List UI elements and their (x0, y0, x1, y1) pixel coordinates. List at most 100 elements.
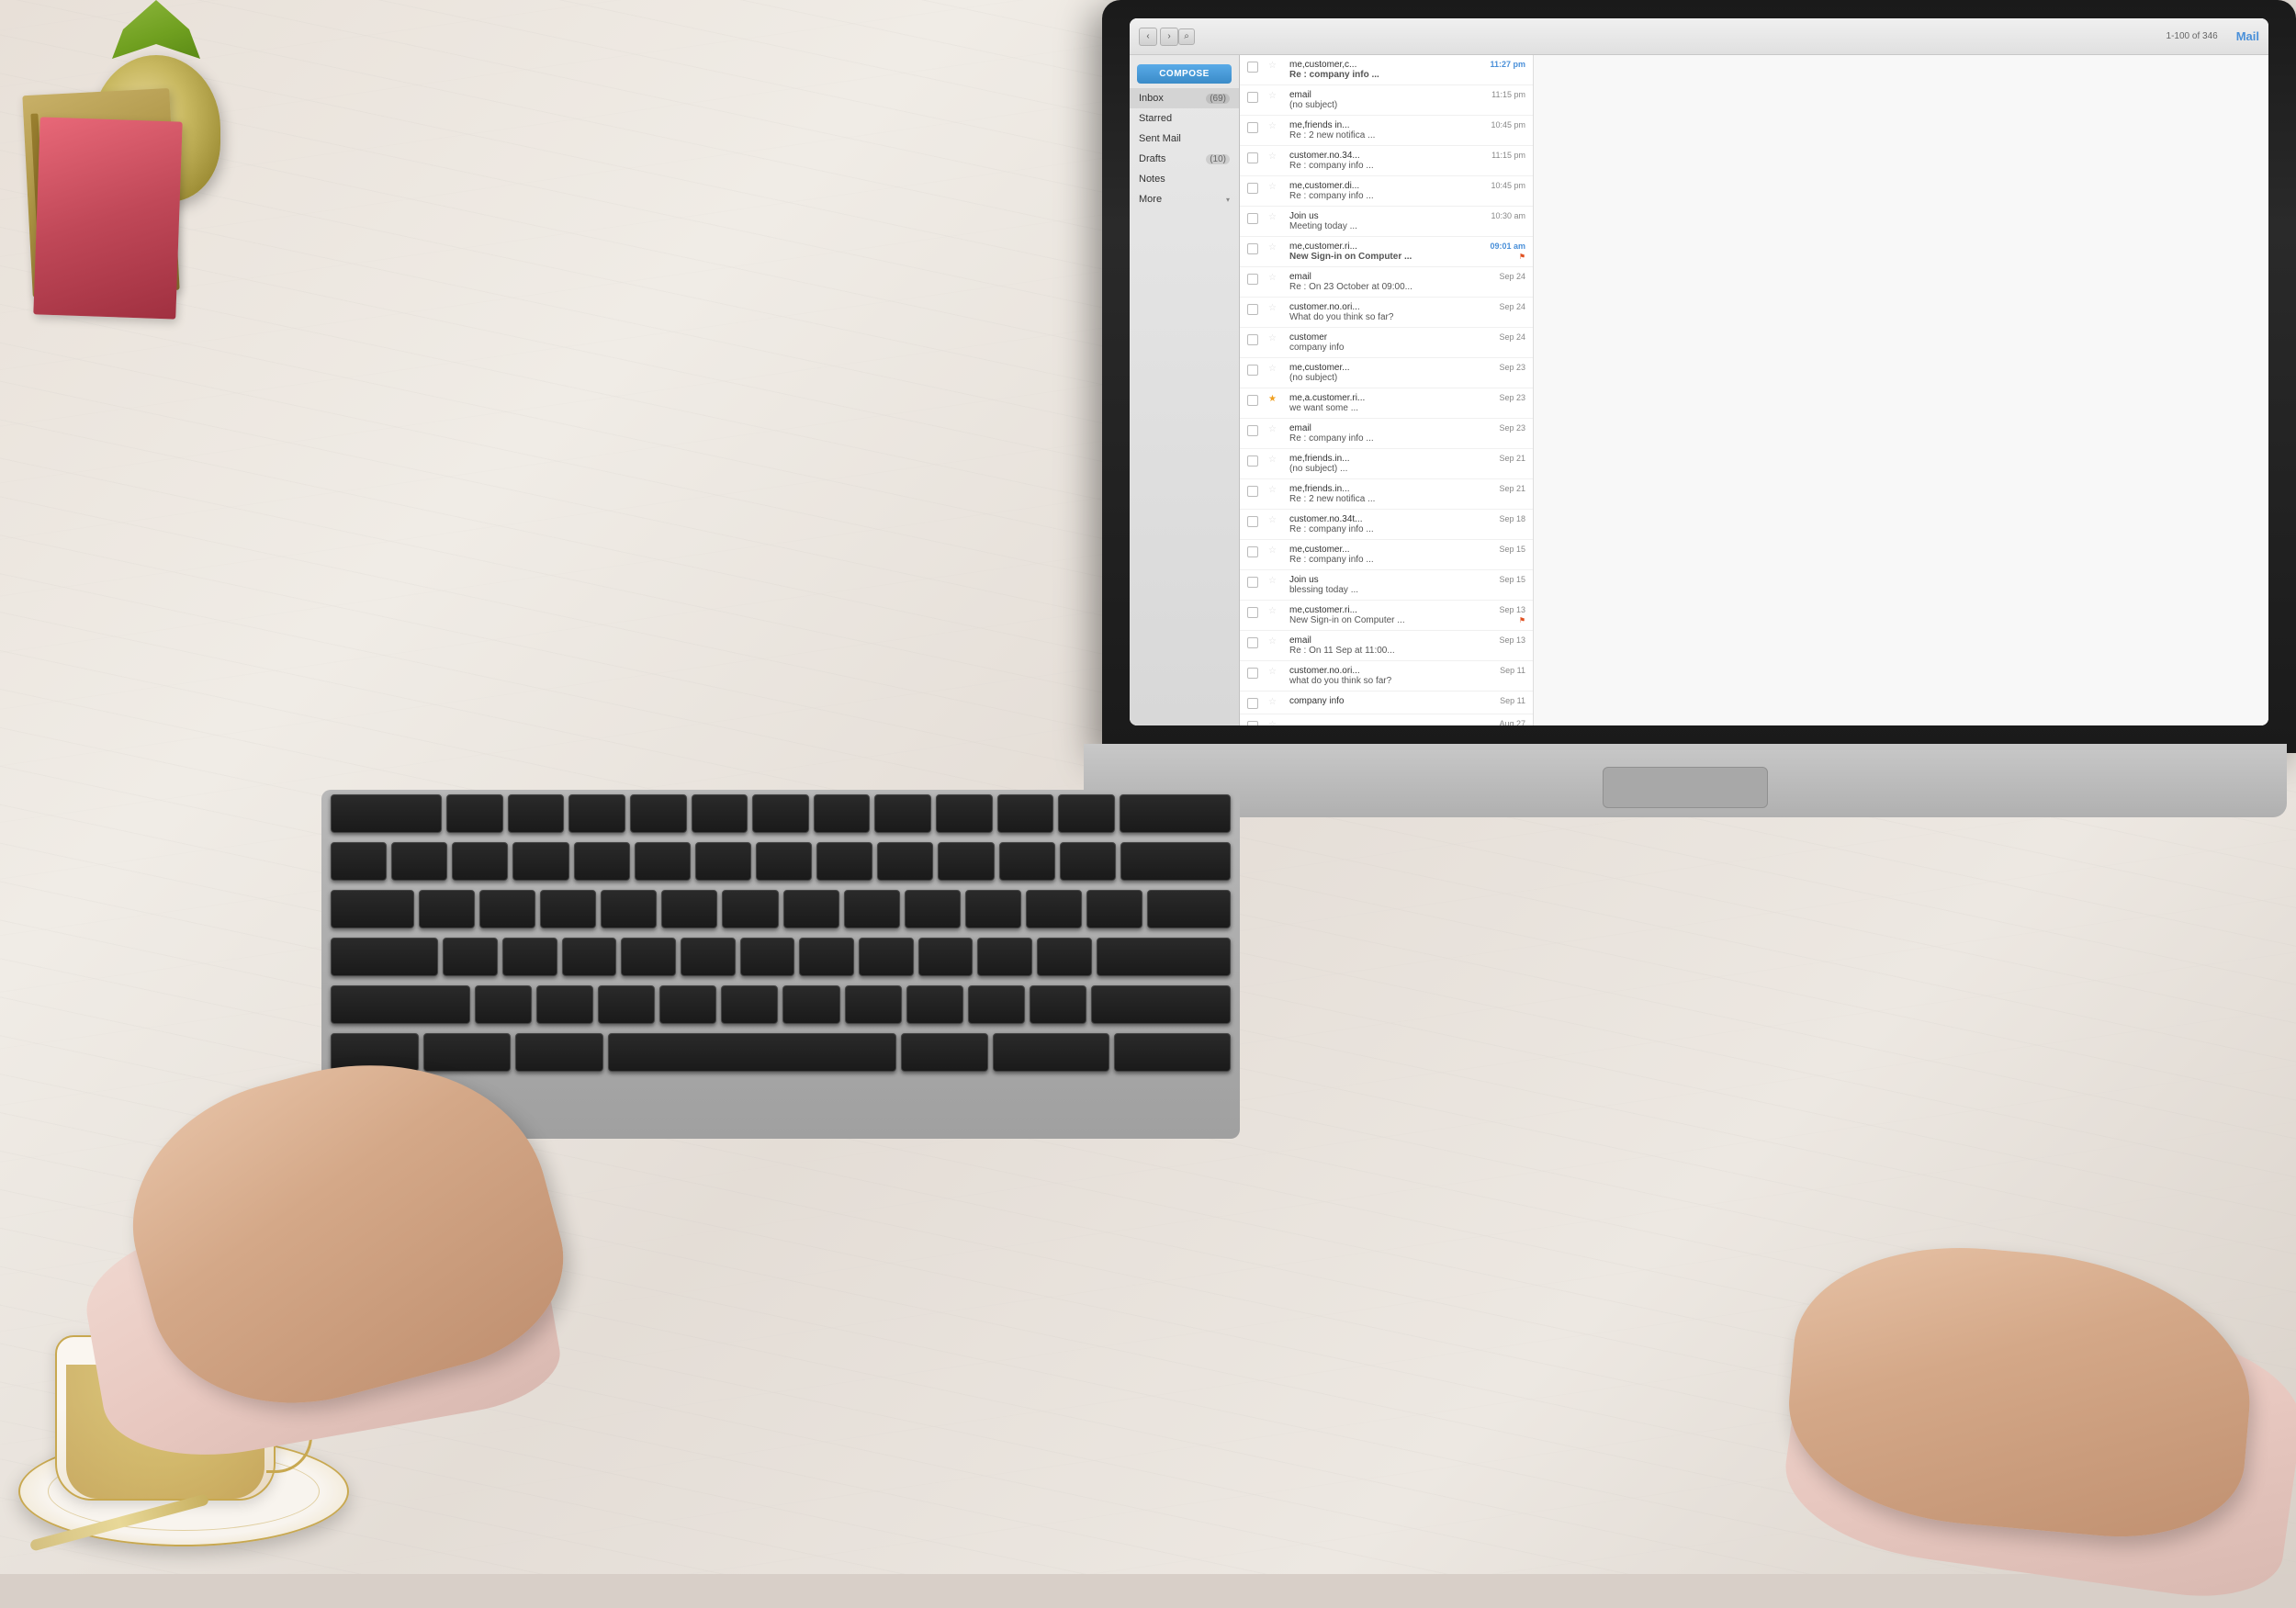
key-open-bracket[interactable] (1026, 890, 1082, 928)
email-checkbox[interactable] (1247, 668, 1258, 679)
email-row[interactable]: ☆ me,friends.in... (no subject) ... Sep … (1240, 449, 1533, 479)
star-icon[interactable]: ★ (1268, 394, 1287, 404)
key-f3[interactable] (568, 794, 625, 833)
email-checkbox[interactable] (1247, 607, 1258, 618)
email-checkbox[interactable] (1247, 637, 1258, 648)
email-checkbox[interactable] (1247, 455, 1258, 467)
key-t[interactable] (661, 890, 717, 928)
star-icon[interactable]: ☆ (1268, 667, 1287, 677)
key-equals[interactable] (1060, 842, 1116, 881)
email-row[interactable]: ☆ customer.no.ori... What do you think s… (1240, 298, 1533, 328)
star-icon[interactable]: ☆ (1268, 424, 1287, 434)
star-icon[interactable]: ☆ (1268, 121, 1287, 131)
next-arrow[interactable]: › (1160, 28, 1178, 46)
email-checkbox[interactable] (1247, 62, 1258, 73)
email-row[interactable]: ☆ me,customer.di... Re : company info ..… (1240, 176, 1533, 207)
star-icon[interactable]: ☆ (1268, 273, 1287, 283)
prev-arrow[interactable]: ‹ (1139, 28, 1157, 46)
star-icon[interactable]: ☆ (1268, 333, 1287, 343)
search-icon[interactable]: ⌕ (1178, 28, 1195, 45)
sidebar-item-starred[interactable]: Starred (1130, 108, 1239, 129)
email-row[interactable]: ☆ me,friends in... Re : 2 new notifica .… (1240, 116, 1533, 146)
sidebar-item-notes[interactable]: Notes (1130, 169, 1239, 189)
key-z[interactable] (475, 985, 532, 1024)
email-row[interactable]: ☆ me,customer,c... Re : company info ...… (1240, 55, 1533, 85)
email-checkbox[interactable] (1247, 486, 1258, 497)
sidebar-item-drafts[interactable]: Drafts (10) (1130, 149, 1239, 169)
email-row[interactable]: ☆ customer.no.34t... Re : company info .… (1240, 510, 1533, 540)
email-row[interactable]: ☆ email Re : company info ... Sep 23 (1240, 419, 1533, 449)
key-p[interactable] (965, 890, 1021, 928)
email-checkbox[interactable] (1247, 365, 1258, 376)
key-f5[interactable] (692, 794, 748, 833)
email-checkbox[interactable] (1247, 274, 1258, 285)
trackpad[interactable] (1603, 767, 1768, 808)
key-f2[interactable] (508, 794, 565, 833)
star-icon[interactable]: ☆ (1268, 636, 1287, 647)
key-f[interactable] (621, 938, 676, 976)
key-delete[interactable] (1120, 842, 1231, 881)
key-k[interactable] (859, 938, 914, 976)
email-row[interactable]: ★ me,a.customer.ri... we want some ... S… (1240, 388, 1533, 419)
star-icon[interactable]: ☆ (1268, 720, 1287, 725)
key-n[interactable] (782, 985, 839, 1024)
key-l[interactable] (918, 938, 974, 976)
key-r[interactable] (601, 890, 657, 928)
email-checkbox[interactable] (1247, 152, 1258, 163)
key-x[interactable] (536, 985, 593, 1024)
key-w[interactable] (479, 890, 535, 928)
key-7[interactable] (756, 842, 812, 881)
email-row[interactable]: ☆ me,customer.ri... New Sign-in on Compu… (1240, 601, 1533, 631)
email-checkbox[interactable] (1247, 577, 1258, 588)
key-f6[interactable] (752, 794, 809, 833)
star-icon[interactable]: ☆ (1268, 455, 1287, 465)
key-u[interactable] (783, 890, 839, 928)
key-g[interactable] (681, 938, 736, 976)
key-caps[interactable] (331, 938, 438, 976)
star-icon[interactable]: ☆ (1268, 182, 1287, 192)
key-e[interactable] (540, 890, 596, 928)
email-checkbox[interactable] (1247, 213, 1258, 224)
key-quote[interactable] (1037, 938, 1092, 976)
key-semicolon[interactable] (977, 938, 1032, 976)
key-shift-left[interactable] (331, 985, 470, 1024)
email-row[interactable]: ☆ me,customer.ri... New Sign-in on Compu… (1240, 237, 1533, 267)
key-tab[interactable] (331, 890, 414, 928)
key-close-bracket[interactable] (1086, 890, 1142, 928)
key-9[interactable] (877, 842, 933, 881)
email-row[interactable]: ☆ me,customer... (no subject) Sep 23 (1240, 358, 1533, 388)
star-icon[interactable]: ☆ (1268, 91, 1287, 101)
key-esc[interactable] (331, 794, 442, 833)
key-y[interactable] (722, 890, 778, 928)
key-q[interactable] (419, 890, 475, 928)
key-arrow-right[interactable] (1114, 1033, 1231, 1072)
email-row[interactable]: ☆ Join us blessing today ... Sep 15 (1240, 570, 1533, 601)
key-m[interactable] (845, 985, 902, 1024)
star-icon[interactable]: ☆ (1268, 606, 1287, 616)
key-comma[interactable] (906, 985, 963, 1024)
key-option-right[interactable] (901, 1033, 989, 1072)
compose-button[interactable]: COMPOSE (1137, 64, 1232, 84)
key-8[interactable] (816, 842, 872, 881)
email-checkbox[interactable] (1247, 698, 1258, 709)
email-row[interactable]: ☆ me,friends.in... Re : 2 new notifica .… (1240, 479, 1533, 510)
email-row[interactable]: ☆ customer.no.ori... what do you think s… (1240, 661, 1533, 692)
email-checkbox[interactable] (1247, 516, 1258, 527)
email-checkbox[interactable] (1247, 334, 1258, 345)
star-icon[interactable]: ☆ (1268, 152, 1287, 162)
key-s[interactable] (502, 938, 557, 976)
star-icon[interactable]: ☆ (1268, 576, 1287, 586)
star-icon[interactable]: ☆ (1268, 515, 1287, 525)
key-power[interactable] (1120, 794, 1231, 833)
star-icon[interactable]: ☆ (1268, 212, 1287, 222)
sidebar-item-inbox[interactable]: Inbox (69) (1130, 88, 1239, 108)
star-icon[interactable]: ☆ (1268, 545, 1287, 556)
key-shift-right[interactable] (1091, 985, 1231, 1024)
email-checkbox[interactable] (1247, 304, 1258, 315)
key-3[interactable] (512, 842, 568, 881)
email-checkbox[interactable] (1247, 183, 1258, 194)
email-checkbox[interactable] (1247, 395, 1258, 406)
email-checkbox[interactable] (1247, 546, 1258, 557)
key-f11[interactable] (1058, 794, 1115, 833)
email-checkbox[interactable] (1247, 721, 1258, 725)
